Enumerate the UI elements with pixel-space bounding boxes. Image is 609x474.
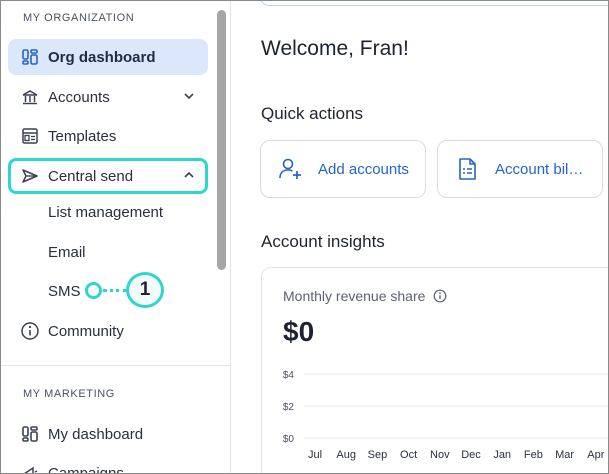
chart-x-tick-label: Feb	[524, 449, 543, 461]
sidebar-item-label: Templates	[48, 127, 117, 145]
building-icon	[20, 87, 40, 107]
dashboard-icon	[20, 47, 40, 67]
chevron-down-icon[interactable]	[182, 89, 196, 107]
sidebar-item-label: Accounts	[48, 88, 110, 106]
sidebar-item-label: Campaigns	[48, 464, 124, 474]
chart-x-tick-label: Sep	[368, 449, 388, 461]
add-accounts-label: Add accounts	[318, 160, 409, 178]
dashboard-icon	[20, 424, 40, 444]
chart-y-tick-label: $0	[283, 434, 295, 445]
billing-document-icon	[454, 156, 480, 182]
account-insights-heading: Account insights	[261, 232, 385, 251]
add-accounts-button[interactable]: Add accounts	[260, 140, 426, 198]
sidebar-item-templates[interactable]: Templates	[8, 118, 208, 154]
callout-connector	[103, 289, 127, 292]
chart-x-tick-label: Jan	[493, 449, 511, 461]
quick-actions-heading: Quick actions	[261, 104, 364, 123]
sidebar-item-label: My dashboard	[48, 425, 144, 443]
templates-icon	[20, 126, 40, 146]
add-user-icon	[277, 156, 303, 182]
sidebar-item-org-dashboard[interactable]: Org dashboard	[8, 39, 208, 75]
chevron-up-icon[interactable]	[182, 168, 196, 186]
main-content: Welcome, Fran! Quick actions Add account…	[232, 0, 609, 474]
chart-y-tick-label: $4	[283, 370, 295, 381]
info-circle-icon	[20, 321, 40, 341]
sidebar-item-my-dashboard[interactable]: My dashboard	[8, 416, 208, 452]
revenue-chart: $4 $2 $0 Jul Aug Sep Oct Nov Dec Jan Feb Mar Apr	[283, 370, 609, 461]
section-label-my-marketing: MY MARKETING	[23, 388, 115, 400]
chart-x-tick-label: Dec	[461, 449, 481, 461]
chart-x-tick-label: Aug	[336, 449, 356, 461]
sidebar-item-central-send[interactable]: Central send	[8, 158, 208, 194]
account-billing-button[interactable]: Account bil…	[437, 140, 603, 198]
sidebar-subitem-list-management[interactable]: List management	[48, 204, 163, 221]
sidebar-item-accounts[interactable]: Accounts	[8, 79, 208, 115]
chart-x-tick-label: Jul	[308, 449, 322, 461]
sidebar-item-label: Central send	[48, 167, 134, 185]
send-icon	[20, 166, 40, 186]
sidebar-item-label: Community	[48, 322, 124, 340]
section-label-my-organization: MY ORGANIZATION	[23, 12, 135, 24]
campaigns-icon	[20, 463, 40, 474]
sidebar-subitem-sms[interactable]: SMS	[48, 283, 81, 300]
sidebar-item-campaigns[interactable]: Campaigns	[8, 455, 208, 474]
account-billing-label: Account bil…	[495, 160, 584, 178]
chart-x-tick-label: Mar	[555, 449, 574, 461]
sidebar-item-community[interactable]: Community	[8, 313, 208, 349]
chart-x-tick-label: Apr	[587, 449, 604, 461]
page-title: Welcome, Fran!	[261, 37, 409, 60]
chart-y-tick-label: $2	[283, 402, 295, 413]
chart-x-tick-label: Oct	[400, 449, 417, 461]
sidebar-subitem-email[interactable]: Email	[48, 244, 86, 261]
sidebar-item-label: Org dashboard	[48, 48, 156, 66]
callout-dot	[85, 282, 102, 299]
sidebar: MY ORGANIZATION Org dashboard Accounts T…	[0, 0, 231, 474]
sidebar-divider	[0, 365, 230, 366]
sidebar-scrollbar[interactable]	[217, 10, 226, 270]
callout-badge: 1	[126, 272, 164, 308]
monthly-revenue-card: Monthly revenue share $0 $4 $2 $0 Jul Aug Sep…	[261, 267, 609, 474]
top-banner	[260, 0, 609, 6]
chart-x-tick-label: Nov	[430, 449, 450, 461]
